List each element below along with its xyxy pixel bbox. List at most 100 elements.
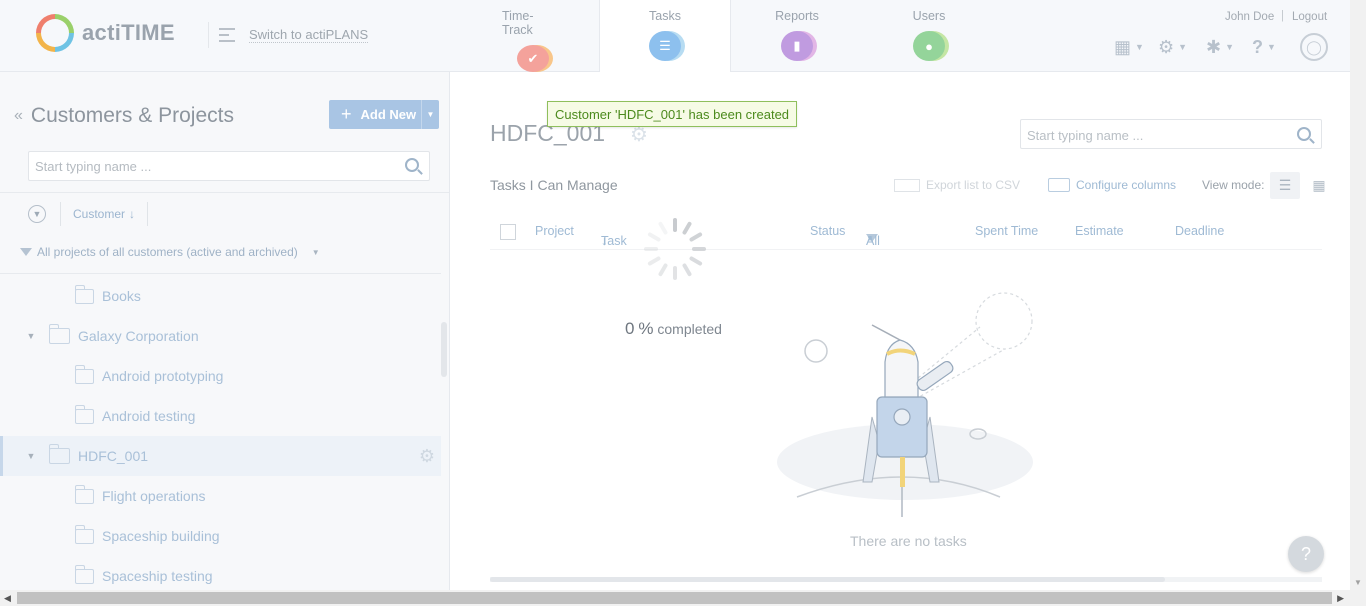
plus-icon: + bbox=[341, 104, 352, 124]
column-status[interactable]: Status bbox=[810, 224, 845, 238]
sort-by-customer[interactable]: Customer ↓ bbox=[60, 202, 149, 226]
scroll-left-icon[interactable]: ◀ bbox=[4, 593, 11, 604]
grid-view-icon[interactable]: ▦ bbox=[1306, 172, 1332, 199]
table-header: Project Task ↓ Status All ▼ Spent Time E… bbox=[490, 214, 1322, 250]
switch-link[interactable]: Switch to actiPLANS bbox=[249, 27, 369, 43]
chevron-down-icon[interactable]: ▼ bbox=[25, 331, 37, 341]
logo-text: actiTIME bbox=[82, 20, 175, 45]
select-all-checkbox[interactable] bbox=[500, 224, 516, 240]
tree-item-spaceship-testing[interactable]: Spaceship testing bbox=[0, 556, 441, 590]
help-button[interactable]: ? bbox=[1288, 536, 1324, 572]
filter-icon bbox=[20, 248, 32, 256]
tree-item-label: Android testing bbox=[102, 408, 196, 424]
column-estimate[interactable]: Estimate bbox=[1075, 224, 1124, 238]
project-folder-icon bbox=[75, 284, 94, 304]
search-icon[interactable] bbox=[405, 158, 419, 172]
tree-item-android-testing[interactable]: Android testing bbox=[0, 396, 441, 436]
csv-icon bbox=[894, 178, 920, 192]
chart-icon: ▮ bbox=[781, 31, 813, 61]
progress-unit: % bbox=[638, 319, 654, 338]
chevron-down-icon[interactable]: ▼ bbox=[25, 451, 37, 461]
gear-icon[interactable]: ⚙ bbox=[419, 446, 435, 467]
tree-item-hdfc-001[interactable]: ▼ HDFC_001 ⚙ bbox=[0, 436, 441, 476]
page-vertical-scrollbar[interactable]: ▼ bbox=[1350, 0, 1366, 590]
tree-item-spaceship-building[interactable]: Spaceship building bbox=[0, 516, 441, 556]
scrollbar-thumb[interactable] bbox=[17, 592, 1332, 604]
add-new-button[interactable]: + Add New ▼ bbox=[329, 100, 439, 129]
section-title: Tasks I Can Manage bbox=[490, 177, 618, 193]
list-view-icon[interactable]: ☰ bbox=[1270, 172, 1300, 199]
puzzle-icon: ✱ bbox=[1206, 36, 1222, 57]
project-folder-icon bbox=[75, 404, 94, 424]
table-scrollbar[interactable] bbox=[490, 577, 1322, 582]
clock-logo-icon bbox=[36, 14, 74, 52]
user-name[interactable]: John Doe bbox=[1225, 11, 1274, 23]
success-toast: Customer 'HDFC_001' has been created bbox=[547, 101, 798, 127]
nav-users[interactable]: Users ● bbox=[898, 0, 960, 72]
nav-label: Reports bbox=[775, 9, 819, 23]
tree-item-books[interactable]: Books bbox=[0, 276, 441, 316]
switch-icon bbox=[219, 28, 235, 42]
tree-item-label: Flight operations bbox=[102, 488, 206, 504]
chevron-down-icon: ▼ bbox=[866, 234, 874, 243]
settings-menu[interactable]: ⚙ ▼ bbox=[1158, 36, 1187, 58]
scrollbar-thumb[interactable] bbox=[490, 577, 1165, 582]
tree-item-label: Galaxy Corporation bbox=[78, 328, 199, 344]
task-search-input[interactable]: Start typing name ... bbox=[1020, 119, 1322, 149]
search-placeholder: Start typing name ... bbox=[1027, 128, 1144, 143]
top-header: actiTIME Switch to actiPLANS Time-Track … bbox=[0, 0, 1350, 72]
project-filter[interactable]: All projects of all customers (active an… bbox=[20, 245, 320, 259]
nav-label: Users bbox=[912, 9, 946, 23]
switch-to-actiplans[interactable]: Switch to actiPLANS bbox=[208, 22, 369, 48]
nav-tasks[interactable]: Tasks ☰ bbox=[599, 0, 731, 72]
tree-item-flight-operations[interactable]: Flight operations bbox=[0, 476, 441, 516]
project-filter-label: All projects of all customers (active an… bbox=[37, 245, 298, 259]
scroll-right-icon[interactable]: ▶ bbox=[1337, 593, 1344, 604]
expand-all-icon[interactable]: ▼ bbox=[28, 205, 46, 223]
scroll-down-icon[interactable]: ▼ bbox=[1354, 578, 1362, 587]
tree-scrollbar[interactable] bbox=[441, 322, 447, 377]
customer-tree: Books ▼ Galaxy Corporation Android proto… bbox=[0, 273, 441, 590]
tree-item-label: Books bbox=[102, 288, 141, 304]
lightbulb-icon[interactable]: ◯ bbox=[1300, 33, 1328, 61]
separator: | bbox=[1281, 10, 1284, 22]
progress-label: completed bbox=[657, 321, 722, 337]
project-folder-icon bbox=[75, 524, 94, 544]
search-icon[interactable] bbox=[1297, 127, 1311, 141]
nav-reports[interactable]: Reports ▮ bbox=[766, 0, 828, 72]
export-csv-button[interactable]: Export list to CSV bbox=[894, 178, 1020, 192]
collapse-panel-icon[interactable]: « bbox=[14, 107, 23, 125]
page-horizontal-scrollbar[interactable]: ◀ ▶ bbox=[0, 590, 1366, 606]
tree-item-android-prototyping[interactable]: Android prototyping bbox=[0, 356, 441, 396]
column-project[interactable]: Project bbox=[535, 224, 574, 238]
column-deadline[interactable]: Deadline bbox=[1175, 224, 1224, 238]
addons-menu[interactable]: ✱ ▼ bbox=[1206, 36, 1234, 58]
project-folder-icon bbox=[75, 564, 94, 584]
add-new-label: Add New bbox=[360, 107, 417, 122]
configure-columns-button[interactable]: Configure columns bbox=[1048, 178, 1176, 192]
question-icon: ? bbox=[1252, 36, 1263, 57]
project-folder-icon bbox=[75, 484, 94, 504]
logout-link[interactable]: Logout bbox=[1292, 11, 1327, 23]
calendar-menu[interactable]: ▦ ▼ bbox=[1114, 36, 1144, 58]
customer-folder-icon bbox=[49, 324, 70, 344]
customer-search-input[interactable]: Start typing name ... bbox=[28, 151, 430, 181]
loading-spinner-icon bbox=[644, 218, 706, 280]
chevron-down-icon: ▼ bbox=[1225, 42, 1235, 52]
chevron-down-icon: ▼ bbox=[1267, 42, 1276, 52]
chevron-down-icon: ▼ bbox=[311, 247, 320, 257]
user-icon: ● bbox=[913, 31, 945, 61]
column-spent-time[interactable]: Spent Time bbox=[975, 224, 1038, 238]
progress-value: 0 bbox=[625, 319, 635, 338]
project-folder-icon bbox=[75, 364, 94, 384]
nav-time-track[interactable]: Time-Track ✔ bbox=[502, 0, 564, 72]
tree-item-label: Spaceship building bbox=[102, 528, 220, 544]
tree-item-galaxy-corporation[interactable]: ▼ Galaxy Corporation bbox=[0, 316, 441, 356]
help-menu[interactable]: ? ▼ bbox=[1252, 36, 1276, 58]
toast-message: Customer 'HDFC_001' has been created bbox=[555, 106, 790, 122]
logo[interactable]: actiTIME bbox=[36, 14, 175, 52]
list-icon: ☰ bbox=[649, 31, 681, 61]
chevron-down-icon[interactable]: ▼ bbox=[421, 100, 439, 129]
gear-icon: ⚙ bbox=[1158, 36, 1175, 57]
tree-item-label: HDFC_001 bbox=[78, 448, 149, 464]
